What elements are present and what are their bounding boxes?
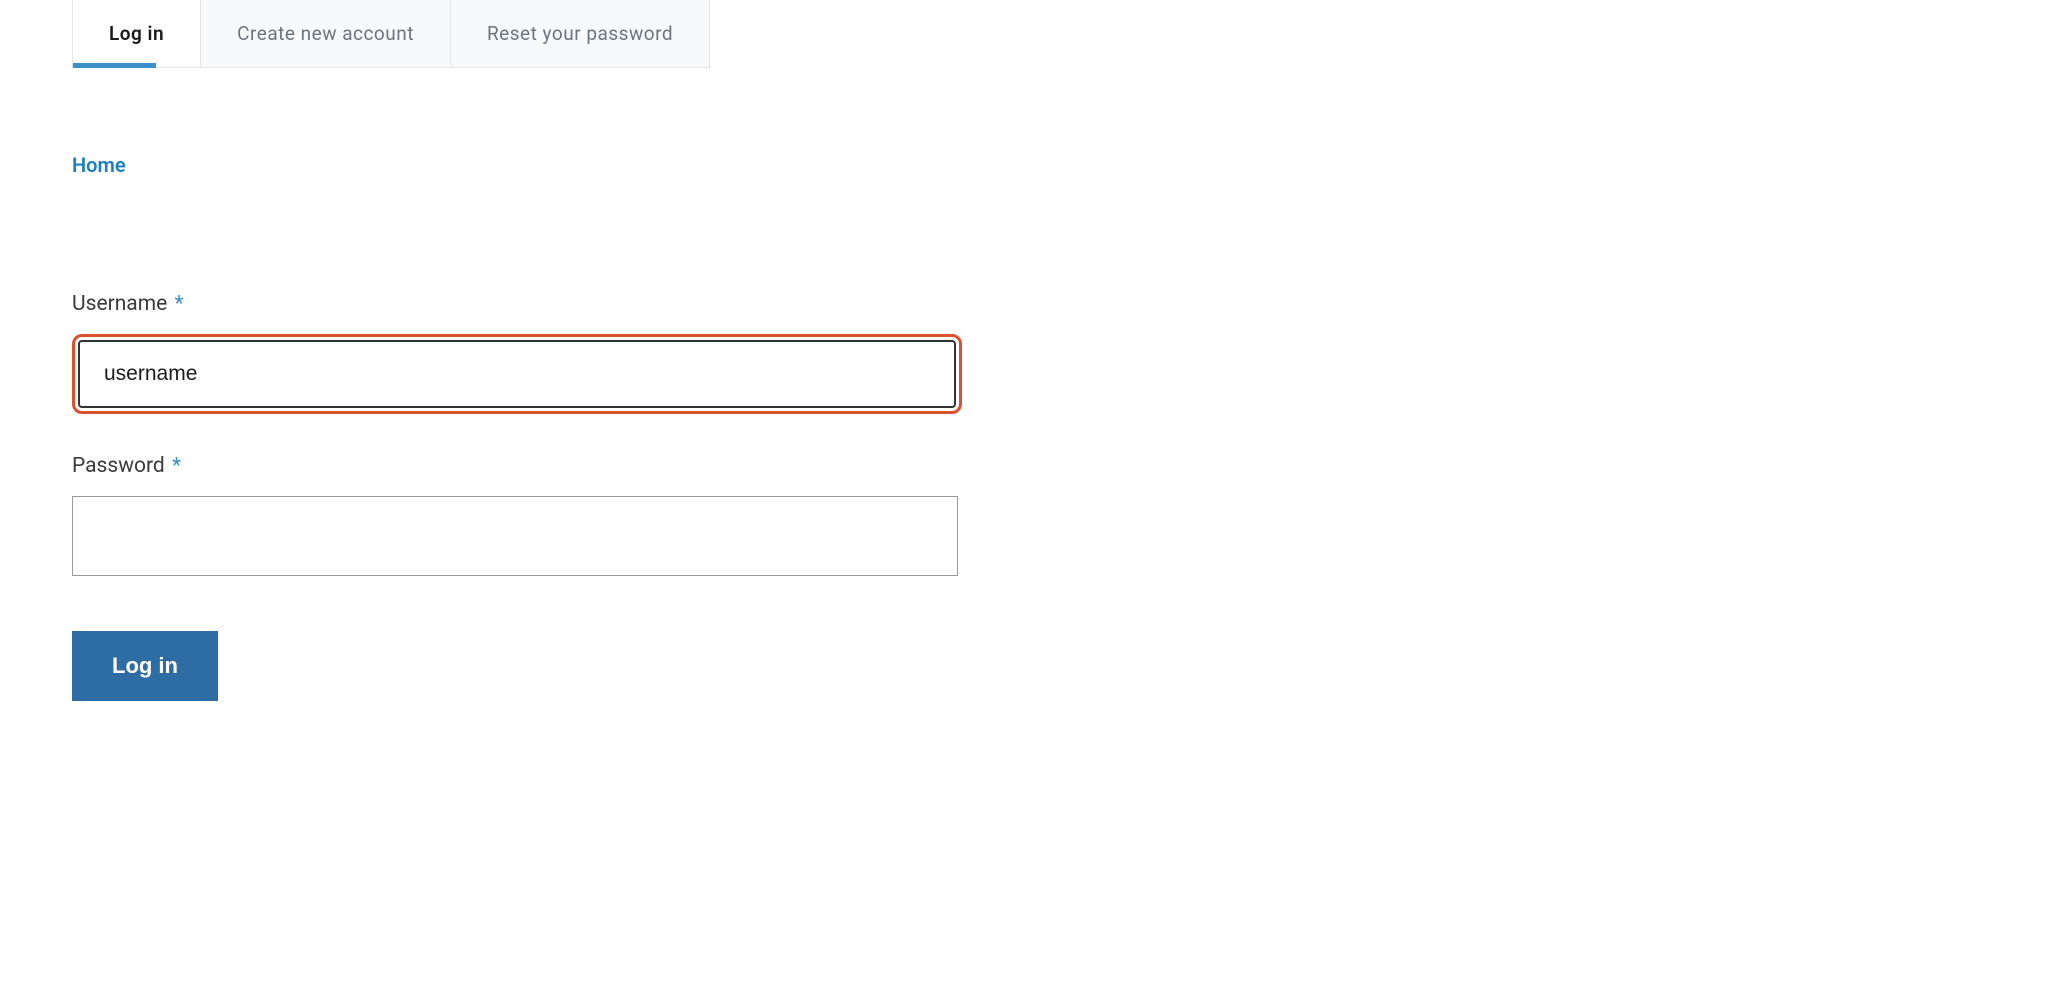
- username-group: Username *: [72, 292, 2058, 414]
- required-asterisk-icon: *: [175, 292, 184, 316]
- breadcrumb-home-link[interactable]: Home: [72, 153, 126, 177]
- breadcrumb: Home: [72, 153, 2058, 177]
- username-input[interactable]: [78, 340, 956, 408]
- password-label: Password *: [72, 454, 2058, 478]
- login-form: Username * Password * Log in: [72, 292, 2058, 701]
- username-label: Username *: [72, 292, 2058, 316]
- username-input-highlight: [72, 334, 962, 414]
- tab-create-account[interactable]: Create new account: [201, 0, 451, 67]
- tab-reset-password[interactable]: Reset your password: [451, 0, 709, 67]
- required-asterisk-icon: *: [172, 454, 181, 478]
- login-button[interactable]: Log in: [72, 631, 218, 701]
- password-label-text: Password: [72, 454, 165, 478]
- password-group: Password *: [72, 454, 2058, 576]
- username-label-text: Username: [72, 292, 167, 316]
- password-input[interactable]: [72, 496, 958, 576]
- tab-login[interactable]: Log in: [73, 0, 201, 67]
- auth-tabs: Log in Create new account Reset your pas…: [72, 0, 710, 68]
